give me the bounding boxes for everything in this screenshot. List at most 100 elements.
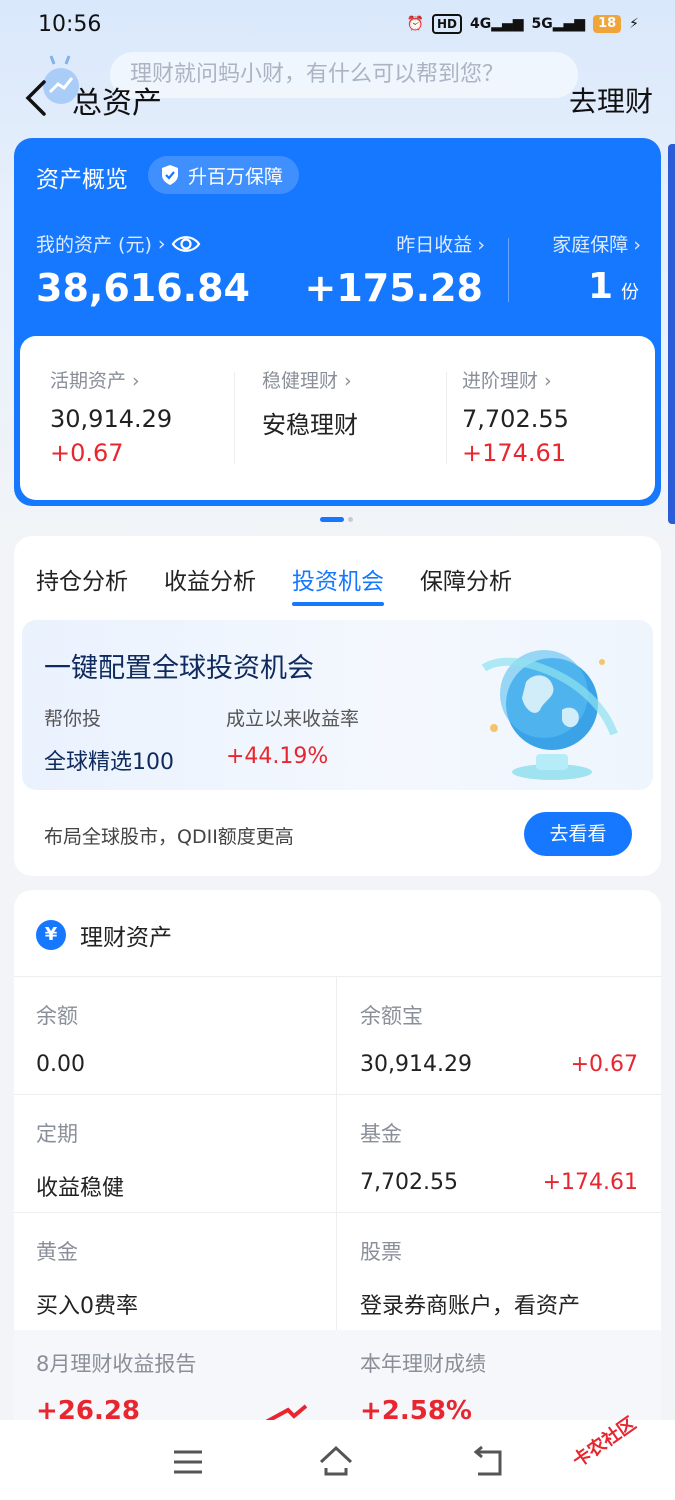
- cell-label: 定期: [36, 1122, 78, 1146]
- family-count: 1: [587, 266, 613, 307]
- divider: [14, 1094, 661, 1095]
- current-assets-item[interactable]: 活期资产 › 30,914.29 +0.67: [50, 366, 172, 467]
- sub-label: 进阶理财 ›: [462, 370, 552, 392]
- promo-label-2: 成立以来收益率: [226, 708, 360, 730]
- analysis-card: 持仓分析 收益分析 投资机会 保障分析 一键配置全球投资机会 帮你投 成立以来收…: [14, 536, 661, 876]
- analysis-tabs: 持仓分析 收益分析 投资机会 保障分析: [36, 562, 512, 606]
- divider: [446, 372, 447, 464]
- signal-4g-icon: 4G▂▄▆: [469, 16, 524, 32]
- sub-delta: +174.61: [462, 439, 567, 467]
- tab-earnings[interactable]: 收益分析: [164, 562, 256, 606]
- go-see-button[interactable]: 去看看: [524, 812, 632, 856]
- assets-title: 理财资产: [80, 925, 172, 951]
- yesterday-value: +175.28: [304, 266, 483, 310]
- promo-value-1: 全球精选100: [44, 750, 174, 775]
- carousel-indicator: [320, 517, 353, 522]
- net1-label: 4G: [469, 16, 492, 32]
- app-header: 理财就问蚂小财，有什么可以帮到您？ 总资产 去理财: [0, 52, 675, 138]
- eye-icon[interactable]: [171, 233, 201, 255]
- promo-label-1: 帮你投: [44, 708, 102, 730]
- home-icon[interactable]: [318, 1444, 354, 1480]
- stable-finance-item[interactable]: 稳健理财 › 安稳理财: [262, 366, 358, 440]
- cell-label: 余额宝: [360, 1004, 423, 1028]
- hd-indicator: HD: [431, 14, 462, 34]
- chevron-right-icon: ›: [157, 232, 166, 255]
- cell-value: 30,914.29: [360, 1052, 472, 1077]
- menu-icon[interactable]: [170, 1444, 206, 1480]
- charging-icon: ⚡: [629, 16, 639, 32]
- page-title: 总资产: [72, 86, 162, 121]
- chevron-right-icon: ›: [633, 234, 641, 256]
- asset-overview-card: 资产概览 升百万保障 我的资产 (元) › 38,616.84 昨日收益 › +…: [14, 138, 661, 506]
- my-asset-label: 我的资产 (元): [36, 234, 152, 256]
- cell-label: 股票: [360, 1240, 402, 1264]
- alarm-icon: ⏰: [406, 16, 424, 32]
- asset-cell-gold[interactable]: 黄金 买入0费率: [36, 1236, 336, 1320]
- sub-label: 稳健理财 ›: [262, 370, 352, 392]
- status-icons: ⏰ HD 4G▂▄▆ 5G▂▄▆ 18 ⚡: [407, 14, 639, 34]
- family-value: 1份: [588, 266, 639, 307]
- divider: [14, 1212, 661, 1213]
- back-nav-icon[interactable]: [470, 1444, 506, 1480]
- assets-header: ¥ 理财资产: [36, 918, 172, 952]
- cell-value: 0.00: [36, 1052, 85, 1077]
- indicator-active: [320, 517, 344, 522]
- chevron-right-icon: ›: [477, 234, 485, 256]
- asset-breakdown-card: 活期资产 › 30,914.29 +0.67 稳健理财 › 安稳理财 进阶理财 …: [20, 336, 655, 500]
- sub-label: 活期资产 ›: [50, 370, 140, 392]
- shield-icon: [162, 165, 178, 185]
- asset-cell-yuebao[interactable]: 余额宝 30,914.29 +0.67: [360, 1000, 638, 1077]
- family-label: 家庭保障: [552, 234, 629, 256]
- finance-assets-card: ¥ 理财资产 余额 0.00 余额宝 30,914.29 +0.67 定期 收益稳…: [14, 890, 661, 1450]
- cell-value: 登录券商账户，看资产: [360, 1294, 581, 1319]
- monthly-report-label[interactable]: 8月理财收益报告: [36, 1348, 196, 1378]
- status-bar: 10:56 ⏰ HD 4G▂▄▆ 5G▂▄▆ 18 ⚡: [0, 0, 675, 52]
- indicator-inactive: [348, 517, 353, 522]
- yen-icon: ¥: [36, 920, 66, 950]
- signal-5g-icon: 5G▂▄▆: [531, 16, 586, 32]
- assistant-search-input[interactable]: 理财就问蚂小财，有什么可以帮到您？: [110, 52, 578, 98]
- divider: [14, 976, 661, 977]
- my-asset-value: 38,616.84: [36, 266, 250, 310]
- cell-value: 买入0费率: [36, 1294, 138, 1319]
- promo-value-2: +44.19%: [226, 744, 329, 769]
- battery-icon: 18: [593, 15, 622, 33]
- sub-value: 30,914.29: [50, 405, 173, 433]
- global-investment-promo[interactable]: 一键配置全球投资机会 帮你投 成立以来收益率 全球精选100 +44.19%: [22, 620, 653, 790]
- family-unit: 份: [621, 282, 639, 303]
- cell-delta: +174.61: [542, 1170, 638, 1195]
- divider: [508, 238, 509, 302]
- cell-label: 余额: [36, 1004, 78, 1028]
- go-invest-link[interactable]: 去理财: [569, 80, 653, 120]
- net2-label: 5G: [531, 16, 553, 32]
- status-time: 10:56: [38, 12, 102, 37]
- tab-holdings[interactable]: 持仓分析: [36, 562, 128, 606]
- cell-label: 基金: [360, 1122, 402, 1146]
- asset-cell-fixed[interactable]: 定期 收益稳健: [36, 1118, 336, 1202]
- yesterday-label: 昨日收益: [396, 234, 473, 256]
- promo-title: 一键配置全球投资机会: [44, 653, 314, 684]
- overview-title: 资产概览: [36, 167, 128, 193]
- sub-value: 7,702.55: [462, 405, 569, 433]
- yesterday-income-link[interactable]: 昨日收益 ›: [396, 230, 485, 257]
- yearly-result-label[interactable]: 本年理财成绩: [360, 1348, 486, 1378]
- promo-footer-text: 布局全球股市，QDII额度更高: [44, 826, 294, 848]
- family-guarantee-link[interactable]: 家庭保障 ›: [552, 230, 641, 257]
- tab-guarantee[interactable]: 保障分析: [420, 562, 512, 606]
- advanced-finance-item[interactable]: 进阶理财 › 7,702.55 +174.61: [462, 366, 569, 467]
- globe-icon: [481, 650, 618, 780]
- cell-delta: +0.67: [570, 1052, 638, 1077]
- guard-label: 升百万保障: [188, 165, 284, 188]
- asset-cell-stocks[interactable]: 股票 登录券商账户，看资产: [360, 1236, 638, 1320]
- back-arrow-icon[interactable]: [22, 78, 52, 118]
- cell-value: 7,702.55: [360, 1170, 458, 1195]
- my-asset-link[interactable]: 我的资产 (元) ›: [36, 230, 201, 257]
- side-edge-decoration: [668, 144, 675, 524]
- divider: [234, 372, 235, 464]
- cell-label: 黄金: [36, 1240, 78, 1264]
- cell-value: 收益稳健: [36, 1176, 125, 1201]
- upgrade-guarantee-button[interactable]: 升百万保障: [148, 156, 300, 194]
- asset-cell-balance[interactable]: 余额 0.00: [36, 1000, 336, 1077]
- asset-cell-fund[interactable]: 基金 7,702.55 +174.61: [360, 1118, 638, 1195]
- tab-opportunities[interactable]: 投资机会: [292, 562, 384, 606]
